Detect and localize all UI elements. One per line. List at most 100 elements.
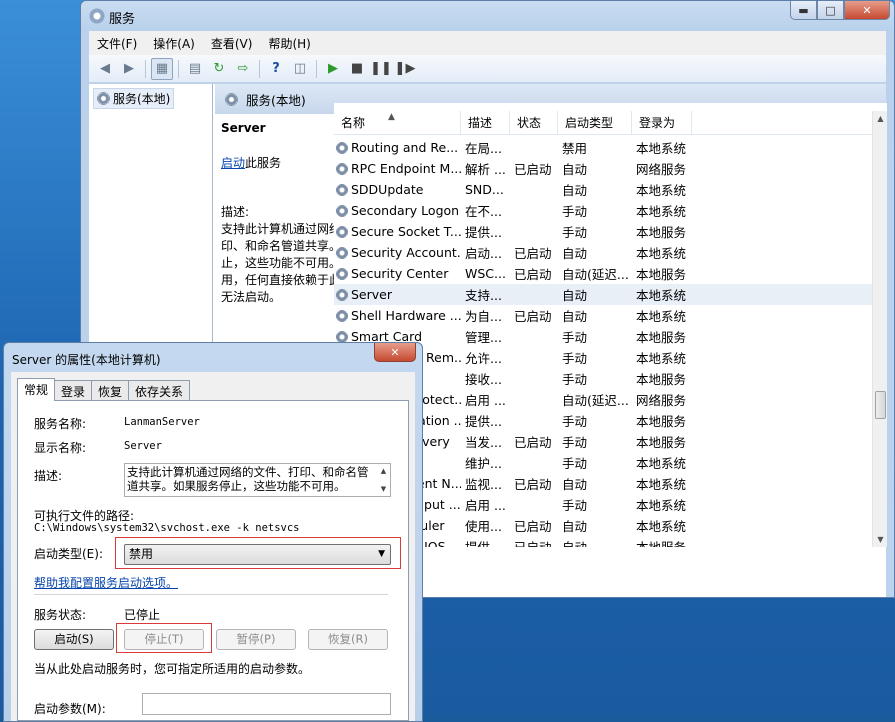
table-row[interactable]: Shell Hardware ... 为自... 已启动 自动 本地系统 xyxy=(334,305,872,326)
tab-dependencies[interactable]: 依存关系 xyxy=(128,380,191,400)
table-row[interactable]: Security Center WSC... 已启动 自动(延迟... 本地服务 xyxy=(334,263,872,284)
start-params-input[interactable] xyxy=(142,693,391,715)
service-name-label: 服务名称: xyxy=(34,417,87,431)
row-name: Security Account... xyxy=(351,245,461,260)
maximize-button[interactable]: □ xyxy=(817,1,844,20)
row-description: 解析 ... xyxy=(465,162,506,177)
display-name-label: 显示名称: xyxy=(34,441,87,455)
service-gear-icon xyxy=(336,309,348,322)
back-arrow-icon[interactable]: ◀ xyxy=(94,58,116,80)
forward-arrow-icon[interactable]: ▶ xyxy=(118,58,140,80)
dialog-close-button[interactable]: ✕ xyxy=(374,343,416,362)
service-status-label: 服务状态: xyxy=(34,608,87,622)
services-gear-icon xyxy=(89,8,105,24)
table-row[interactable]: Routing and Re... 在局... 禁用 本地系统 xyxy=(334,137,872,158)
export-list-icon[interactable]: ⇨ xyxy=(232,58,254,80)
help-configure-startup-link[interactable]: 帮助我配置服务启动选项。 xyxy=(34,574,178,591)
table-row[interactable]: Secure Socket T... 提供... 手动 本地服务 xyxy=(334,221,872,242)
close-button[interactable]: ✕ xyxy=(844,1,890,20)
row-name-cell: Server xyxy=(334,287,461,302)
row-name-cell: SDDUpdate xyxy=(334,182,461,197)
row-logon-as: 本地系统 xyxy=(636,204,687,219)
row-startup-type: 手动 xyxy=(562,225,588,240)
scrollbar-thumb[interactable] xyxy=(875,391,886,419)
resume-button[interactable]: 恢复(R) xyxy=(308,629,388,650)
dialog-description-text: 支持此计算机通过网络的文件、打印、和命名管道共享。如果服务停止，这些功能不可用。 xyxy=(127,465,369,493)
menu-file[interactable]: 文件(F) xyxy=(97,35,137,52)
pause-service-icon[interactable]: ❚❚ xyxy=(370,58,392,80)
tree-item-services-local[interactable]: 服务(本地) xyxy=(93,88,175,109)
title-bar[interactable]: 服务 ▬ □ ✕ xyxy=(81,1,894,31)
row-description: 接收... xyxy=(465,372,502,387)
dialog-description-box[interactable]: 支持此计算机通过网络的文件、打印、和命名管道共享。如果服务停止，这些功能不可用。… xyxy=(124,463,391,497)
list-header: ▲ 名称 描述 状态 启动类型 登录为 xyxy=(334,111,872,135)
scroll-up-icon[interactable]: ▲ xyxy=(873,111,887,126)
row-startup-type: 自动 xyxy=(562,246,588,261)
row-logon-as: 本地服务 xyxy=(636,414,687,429)
row-name: SDDUpdate xyxy=(351,182,424,197)
server-properties-dialog: Server 的属性(本地计算机) ✕ 常规 登录 恢复 依存关系 服务名称: … xyxy=(3,342,423,722)
description-scrollbar[interactable]: ▲ ▼ xyxy=(377,464,390,496)
row-description: 在局... xyxy=(465,141,502,156)
console-tree-icon[interactable]: ▦ xyxy=(151,57,173,80)
start-params-label: 启动参数(M): xyxy=(34,702,106,716)
column-header-description[interactable]: 描述 xyxy=(461,111,510,134)
row-description: 启动... xyxy=(465,246,502,261)
row-logon-as: 本地系统 xyxy=(636,456,687,471)
properties-sheet-icon[interactable]: ▤ xyxy=(184,58,206,80)
minimize-button[interactable]: ▬ xyxy=(790,1,817,20)
menu-bar: 文件(F) 操作(A) 查看(V) 帮助(H) xyxy=(89,31,886,55)
table-row[interactable]: RPC Endpoint M... 解析 ... 已启动 自动 网络服务 xyxy=(334,158,872,179)
table-row[interactable]: Server 支持... 自动 本地系统 xyxy=(334,284,872,305)
row-description: 管理... xyxy=(465,330,502,345)
table-row[interactable]: SDDUpdate SND... 自动 本地系统 xyxy=(334,179,872,200)
row-startup-type: 手动 xyxy=(562,372,588,387)
tab-recovery[interactable]: 恢复 xyxy=(91,380,130,400)
column-header-logon-as[interactable]: 登录为 xyxy=(632,111,692,134)
row-name: Secure Socket T... xyxy=(351,224,461,239)
start-service-link[interactable]: 启动 xyxy=(221,156,245,170)
dialog-description-label: 描述: xyxy=(34,469,63,483)
service-name-value: LanmanServer xyxy=(124,416,200,428)
dialog-tabs: 常规 登录 恢复 依存关系 xyxy=(17,378,191,401)
restart-service-icon[interactable]: ❚▶ xyxy=(394,58,416,80)
service-gear-icon xyxy=(336,330,348,343)
row-startup-type: 手动 xyxy=(562,330,588,345)
toolbar-separator xyxy=(316,59,317,78)
toolbar: ◀ ▶ ▦ ▤ ↻ ⇨ ? ◫ ▶ ■ ❚❚ ❚▶ xyxy=(89,55,886,83)
row-startup-type: 禁用 xyxy=(562,141,588,156)
menu-help[interactable]: 帮助(H) xyxy=(268,35,310,52)
row-description: 提供... xyxy=(461,537,510,547)
row-description: 维护... xyxy=(465,456,502,471)
scroll-down-icon[interactable]: ▼ xyxy=(873,532,887,547)
menu-view[interactable]: 查看(V) xyxy=(211,35,253,52)
row-name: Security Center xyxy=(351,266,449,281)
row-description: WSC... xyxy=(465,266,506,281)
column-header-startup-type[interactable]: 启动类型 xyxy=(558,111,632,134)
row-description: 启用 ... xyxy=(465,393,506,408)
row-logon-as: 网络服务 xyxy=(636,393,687,408)
row-description: 使用... xyxy=(465,519,502,534)
start-button[interactable]: 启动(S) xyxy=(34,629,114,650)
vertical-scrollbar[interactable]: ▲ ▼ xyxy=(872,111,887,547)
table-row[interactable]: Security Account... 启动... 已启动 自动 本地系统 xyxy=(334,242,872,263)
column-header-status[interactable]: 状态 xyxy=(510,111,558,134)
pause-button[interactable]: 暂停(P) xyxy=(216,629,296,650)
stop-service-icon[interactable]: ■ xyxy=(346,58,368,80)
row-startup-type: 自动 xyxy=(562,519,588,534)
tab-logon[interactable]: 登录 xyxy=(54,380,93,400)
start-service-icon[interactable]: ▶ xyxy=(322,58,344,80)
column-header-name[interactable]: ▲ 名称 xyxy=(334,111,461,134)
start-service-suffix: 此服务 xyxy=(245,156,282,170)
menu-action[interactable]: 操作(A) xyxy=(153,35,195,52)
table-row[interactable]: Secondary Logon 在不... 手动 本地系统 xyxy=(334,200,872,221)
gear-icon xyxy=(97,92,110,105)
tree-item-label: 服务(本地) xyxy=(113,92,171,106)
tab-general[interactable]: 常规 xyxy=(17,378,56,401)
action-pane-icon[interactable]: ◫ xyxy=(289,58,311,80)
row-name: Secondary Logon xyxy=(351,203,460,218)
help-icon[interactable]: ? xyxy=(265,58,287,80)
row-name-cell: Secondary Logon xyxy=(334,203,461,218)
panel-header-title: 服务(本地) xyxy=(246,92,306,108)
refresh-icon[interactable]: ↻ xyxy=(208,58,230,80)
